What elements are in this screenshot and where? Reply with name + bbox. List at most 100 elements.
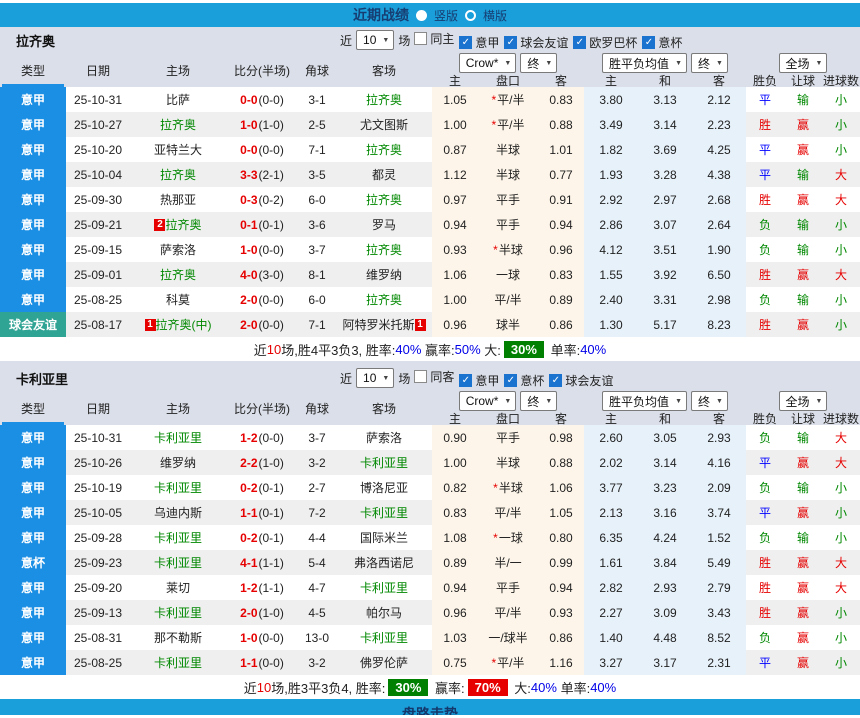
radio-vertical-label[interactable]: 竖版 xyxy=(434,7,458,24)
avg-stage-select[interactable]: 终▼ xyxy=(691,53,728,73)
home-team[interactable]: 1拉齐奥(中) xyxy=(130,312,226,337)
away-team[interactable]: 卡利亚里 xyxy=(336,500,432,525)
filter-option[interactable]: ✓意杯 xyxy=(504,372,544,389)
handicap: 半球 xyxy=(478,450,538,475)
checkbox-checked-icon[interactable]: ✓ xyxy=(504,374,517,387)
home-team[interactable]: 比萨 xyxy=(130,87,226,112)
odds-company-select[interactable]: Crow*▼ xyxy=(459,391,517,411)
home-team[interactable]: 萨索洛 xyxy=(130,237,226,262)
away-team-name: 尤文图斯 xyxy=(360,116,408,133)
away-team[interactable]: 萨索洛 xyxy=(336,425,432,450)
away-team[interactable]: 帕尔马 xyxy=(336,600,432,625)
home-team[interactable]: 那不勒斯 xyxy=(130,625,226,650)
home-team[interactable]: 科莫 xyxy=(130,287,226,312)
score: 1-0(0-0) xyxy=(226,625,298,650)
home-team[interactable]: 拉齐奥 xyxy=(130,262,226,287)
score: 3-3(2-1) xyxy=(226,162,298,187)
odds-company-select[interactable]: Crow*▼ xyxy=(459,53,517,73)
away-team[interactable]: 尤文图斯 xyxy=(336,112,432,137)
home-team[interactable]: 卡利亚里 xyxy=(130,425,226,450)
odds-home: 1.05 xyxy=(432,87,478,112)
away-team[interactable]: 拉齐奥 xyxy=(336,237,432,262)
away-team[interactable]: 拉齐奥 xyxy=(336,87,432,112)
match-count-select[interactable]: 10 ▼ xyxy=(356,368,394,388)
checkbox-unchecked-icon[interactable] xyxy=(414,32,427,45)
radio-horizontal[interactable] xyxy=(465,10,476,21)
home-team-name: 卡利亚里 xyxy=(154,604,202,621)
filter-option[interactable]: ✓意杯 xyxy=(642,34,682,51)
home-team[interactable]: 拉齐奥 xyxy=(130,112,226,137)
checkbox-checked-icon[interactable]: ✓ xyxy=(549,374,562,387)
odds-stage-select[interactable]: 终▼ xyxy=(520,391,557,411)
home-team[interactable]: 莱切 xyxy=(130,575,226,600)
checkbox-checked-icon[interactable]: ✓ xyxy=(459,374,472,387)
filter-option[interactable]: ✓欧罗巴杯 xyxy=(573,34,637,51)
scope-select[interactable]: 全场▼ xyxy=(779,391,828,411)
handicap: *一球 xyxy=(478,525,538,550)
recent-label: 近 xyxy=(340,370,352,387)
away-team[interactable]: 罗马 xyxy=(336,212,432,237)
filter-option[interactable]: ✓意甲 xyxy=(459,34,499,51)
odds-home: 0.94 xyxy=(432,212,478,237)
away-team-name: 拉齐奥 xyxy=(366,91,402,108)
home-team[interactable]: 热那亚 xyxy=(130,187,226,212)
away-team[interactable]: 拉齐奥 xyxy=(336,287,432,312)
home-team[interactable]: 卡利亚里 xyxy=(130,550,226,575)
sub-header-odds-away: 客 xyxy=(538,72,584,89)
match-row: 意甲25-10-19卡利亚里0-2(0-1)2-7博洛尼亚0.82*半球1.06… xyxy=(0,475,860,500)
filter-option[interactable]: 同主 xyxy=(414,30,454,47)
filter-option[interactable]: ✓球会友谊 xyxy=(504,34,568,51)
away-team[interactable]: 弗洛西诺尼 xyxy=(336,550,432,575)
result-outcome: 平 xyxy=(746,450,784,475)
checkbox-checked-icon[interactable]: ✓ xyxy=(573,36,586,49)
home-team[interactable]: 卡利亚里 xyxy=(130,525,226,550)
away-team[interactable]: 卡利亚里 xyxy=(336,575,432,600)
sub-header-handicap: 盘口 xyxy=(478,72,538,89)
away-team[interactable]: 拉齐奥 xyxy=(336,187,432,212)
avg-away-odds: 2.68 xyxy=(692,187,746,212)
away-team-name: 佛罗伦萨 xyxy=(360,654,408,671)
away-team[interactable]: 维罗纳 xyxy=(336,262,432,287)
away-team[interactable]: 都灵 xyxy=(336,162,432,187)
away-team[interactable]: 博洛尼亚 xyxy=(336,475,432,500)
home-team[interactable]: 乌迪内斯 xyxy=(130,500,226,525)
halftime-score: (0-0) xyxy=(259,143,284,157)
checkbox-checked-icon[interactable]: ✓ xyxy=(504,36,517,49)
away-team[interactable]: 阿特罗米托斯1 xyxy=(336,312,432,337)
match-count-select[interactable]: 10 ▼ xyxy=(356,30,394,50)
radio-horizontal-label[interactable]: 横版 xyxy=(483,7,507,24)
home-team[interactable]: 卡利亚里 xyxy=(130,475,226,500)
filter-option[interactable]: ✓球会友谊 xyxy=(549,372,613,389)
away-team[interactable]: 佛罗伦萨 xyxy=(336,650,432,675)
avg-odds-select[interactable]: 胜平负均值▼ xyxy=(602,53,687,73)
home-team[interactable]: 卡利亚里 xyxy=(130,600,226,625)
halftime-score: (0-1) xyxy=(259,481,284,495)
radio-vertical-selected[interactable] xyxy=(416,10,427,21)
filter-option[interactable]: 同客 xyxy=(414,368,454,385)
checkbox-unchecked-icon[interactable] xyxy=(414,370,427,383)
chevron-down-icon: ▼ xyxy=(504,398,511,405)
summary-row: 近10场,胜3平3负4, 胜率:30% 赢率:70% 大:40% 单率:40% xyxy=(0,675,860,699)
home-team[interactable]: 亚特兰大 xyxy=(130,137,226,162)
checkbox-checked-icon[interactable]: ✓ xyxy=(459,36,472,49)
home-team[interactable]: 维罗纳 xyxy=(130,450,226,475)
corners: 7-1 xyxy=(298,312,336,337)
filter-option[interactable]: ✓意甲 xyxy=(459,372,499,389)
scope-select[interactable]: 全场▼ xyxy=(779,53,828,73)
avg-odds-select[interactable]: 胜平负均值▼ xyxy=(602,391,687,411)
home-team[interactable]: 卡利亚里 xyxy=(130,650,226,675)
away-team[interactable]: 拉齐奥 xyxy=(336,137,432,162)
away-team[interactable]: 国际米兰 xyxy=(336,525,432,550)
odds-home: 0.82 xyxy=(432,475,478,500)
home-team[interactable]: 2拉齐奥 xyxy=(130,212,226,237)
chevron-down-icon: ▼ xyxy=(716,398,723,405)
away-team[interactable]: 卡利亚里 xyxy=(336,450,432,475)
avg-stage-select[interactable]: 终▼ xyxy=(691,391,728,411)
avg-home-odds: 1.61 xyxy=(584,550,638,575)
home-team-name: 拉齐奥 xyxy=(165,216,201,233)
score: 0-2(0-1) xyxy=(226,525,298,550)
home-team[interactable]: 拉齐奥 xyxy=(130,162,226,187)
odds-stage-select[interactable]: 终▼ xyxy=(520,53,557,73)
checkbox-checked-icon[interactable]: ✓ xyxy=(642,36,655,49)
away-team[interactable]: 卡利亚里 xyxy=(336,625,432,650)
